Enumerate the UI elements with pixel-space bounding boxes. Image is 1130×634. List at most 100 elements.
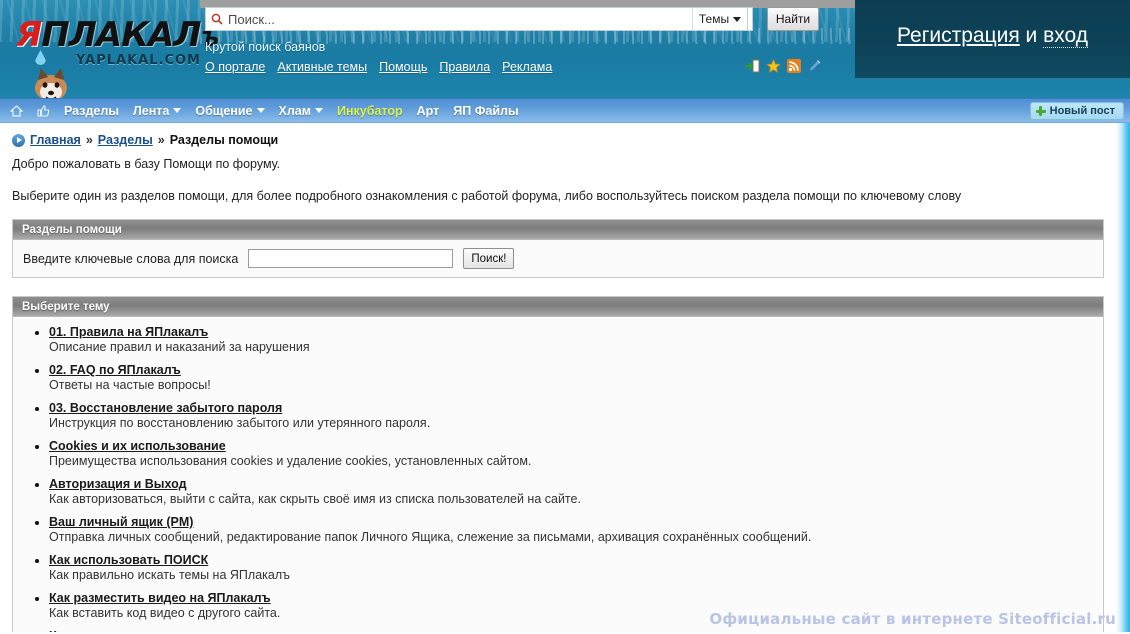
new-post-button[interactable]: Новый пост: [1029, 102, 1124, 120]
breadcrumb-arrow-icon: [12, 133, 25, 147]
chevron-down-icon: [173, 108, 182, 113]
topic-link[interactable]: Ваш личный ящик (PM): [49, 515, 193, 529]
help-search-panel: Разделы помощи Введите ключевые слова дл…: [12, 219, 1104, 278]
rss-icon[interactable]: [787, 59, 801, 73]
topic-link[interactable]: Как разместить видео на ЯПлакалъ: [49, 591, 271, 605]
nav-label-trash: Хлам: [278, 103, 311, 118]
intro-line-1: Добро пожаловать в базу Помощи по форуму…: [12, 157, 281, 171]
register-and-label: и: [1019, 24, 1044, 47]
nav-label-art: Арт: [416, 103, 440, 118]
topic-link[interactable]: Как использовать ПОИСК: [49, 553, 208, 567]
page-body: Главная » Разделы » Разделы помощи Добро…: [0, 123, 1130, 632]
breadcrumb-link-sections[interactable]: Разделы: [98, 133, 153, 147]
main-nav: Разделы Лента Общение Хлам Инкубатор Арт…: [0, 98, 1130, 123]
chevron-down-icon: [256, 108, 265, 113]
nav-item-likes[interactable]: [37, 104, 50, 117]
site-header: ЯПЛАКАЛЪ YAPLAKAL.COM Темы Найти Крутой: [0, 0, 1130, 98]
thumbs-up-icon: [37, 104, 50, 117]
help-search-row: Введите ключевые слова для поиска Поиск!: [23, 248, 1093, 269]
nav-label-sections: Разделы: [64, 103, 119, 118]
home-icon: [10, 104, 23, 117]
topic-link[interactable]: 03. Восстановление забытого пароля: [49, 401, 282, 415]
list-item: Cookies и их использование Преимущества …: [49, 439, 1103, 468]
search-scope-dropdown[interactable]: Темы: [692, 7, 748, 31]
nav-item-trash[interactable]: Хлам: [279, 104, 323, 118]
topics-panel-body: 01. Правила на ЯПлакалъ Описание правил …: [13, 317, 1103, 632]
register-link[interactable]: Регистрация: [897, 24, 1020, 47]
nav-item-feed[interactable]: Лента: [133, 103, 182, 118]
nav-item-community[interactable]: Общение: [195, 103, 265, 118]
login-link[interactable]: вход: [1043, 24, 1089, 48]
topic-link[interactable]: Cookies и их использование: [49, 439, 226, 453]
breadcrumb-link-home[interactable]: Главная: [30, 133, 81, 147]
topic-description: Как авторизоваться, выйти с сайта, как с…: [49, 492, 581, 506]
header-link-active-topics[interactable]: Активные темы: [277, 60, 367, 74]
header-link-rules[interactable]: Правила: [439, 60, 490, 74]
breadcrumb-separator: »: [85, 133, 93, 147]
list-item: Авторизация и Выход Как авторизоваться, …: [49, 477, 1103, 506]
register-login-text: Регистрация и вход: [855, 24, 1130, 48]
breadcrumb: Главная » Разделы » Разделы помощи: [8, 123, 1108, 147]
list-item: Как использовать ПОИСК Как правильно иск…: [49, 553, 1103, 582]
logo-ya-letter: Я: [16, 15, 42, 55]
topics-panel-title: Выберите тему: [13, 297, 1103, 317]
search-submit-button[interactable]: Найти: [767, 7, 819, 31]
nav-item-incubator[interactable]: Инкубатор: [337, 104, 403, 118]
page-right-edge-decoration: [1116, 123, 1130, 632]
logo-wordmark: ЯПЛАКАЛЪ: [16, 15, 219, 55]
nav-label-files: ЯП Файлы: [453, 103, 519, 118]
search-scope-label: Темы: [698, 12, 730, 26]
list-item: 03. Восстановление забытого пароля Инстр…: [49, 401, 1103, 430]
topic-link[interactable]: Авторизация и Выход: [49, 477, 187, 491]
nav-label-community: Общение: [195, 103, 253, 118]
nav-item-files[interactable]: ЯП Файлы: [453, 104, 518, 118]
breadcrumb-separator: »: [157, 133, 165, 147]
logo-plakal-text: ПЛАКАЛ: [41, 15, 201, 55]
topic-link[interactable]: 02. FAQ по ЯПлакалъ: [49, 363, 181, 377]
favorite-star-icon[interactable]: [766, 59, 781, 73]
logo-domain-text: YAPLAKAL.COM: [76, 53, 201, 68]
watermark-text: Официальные сайт в интернете Siteofficia…: [709, 610, 1116, 628]
husky-dog-icon: [35, 68, 67, 98]
help-search-input[interactable]: [248, 249, 454, 268]
header-link-ads[interactable]: Реклама: [502, 60, 552, 74]
topic-link[interactable]: 01. Правила на ЯПлакалъ: [49, 325, 208, 339]
topics-list: 01. Правила на ЯПлакалъ Описание правил …: [13, 325, 1103, 632]
nav-item-sections[interactable]: Разделы: [64, 104, 119, 118]
help-search-panel-title: Разделы помощи: [13, 220, 1103, 240]
nav-item-home[interactable]: [10, 104, 23, 117]
site-tagline: Крутой поиск баянов: [205, 40, 326, 54]
topic-description: Ответы на частые вопросы!: [49, 378, 211, 392]
header-link-about[interactable]: О портале: [205, 60, 265, 74]
topic-description: Описание правил и наказаний за нарушения: [49, 340, 310, 354]
help-search-label: Введите ключевые слова для поиска: [23, 251, 239, 266]
list-item: Ваш личный ящик (PM) Отправка личных соо…: [49, 515, 1103, 544]
header-link-help[interactable]: Помощь: [379, 60, 427, 74]
help-search-button[interactable]: Поиск!: [463, 248, 515, 269]
header-icon-row: [745, 59, 822, 73]
chevron-down-icon: [733, 16, 742, 22]
topic-description: Преимущества использования cookies и уда…: [49, 454, 532, 468]
nav-label-incubator: Инкубатор: [336, 103, 403, 118]
chevron-down-icon: [314, 108, 323, 113]
breadcrumb-current: Разделы помощи: [169, 133, 279, 147]
plus-icon: [1035, 106, 1046, 116]
intro-line-2: Выберите один из разделов помощи, для бо…: [12, 189, 962, 203]
search-icon: [206, 13, 228, 25]
register-login-panel: Регистрация и вход: [855, 0, 1130, 78]
header-links: О портале Активные темы Помощь Правила Р…: [205, 60, 552, 74]
topics-panel: Выберите тему 01. Правила на ЯПлакалъ Оп…: [12, 296, 1104, 632]
goto-page-icon[interactable]: [745, 59, 760, 73]
nav-label-feed: Лента: [133, 103, 170, 118]
list-item: 01. Правила на ЯПлакалъ Описание правил …: [49, 325, 1103, 354]
search-input[interactable]: [228, 11, 752, 27]
topic-link[interactable]: Как разместить картинки: [49, 629, 204, 632]
search-bar[interactable]: [205, 7, 753, 31]
nav-item-art[interactable]: Арт: [417, 104, 440, 118]
topic-description: Инструкция по восстановлению забытого ил…: [49, 416, 431, 430]
page-content: Главная » Разделы » Разделы помощи Добро…: [0, 123, 1116, 632]
topic-description: Как правильно искать темы на ЯПлакалъ: [49, 568, 290, 582]
edit-pencil-icon[interactable]: [807, 59, 822, 73]
topic-description: Отправка личных сообщений, редактировани…: [49, 530, 812, 544]
site-logo[interactable]: ЯПЛАКАЛЪ YAPLAKAL.COM: [8, 4, 219, 98]
